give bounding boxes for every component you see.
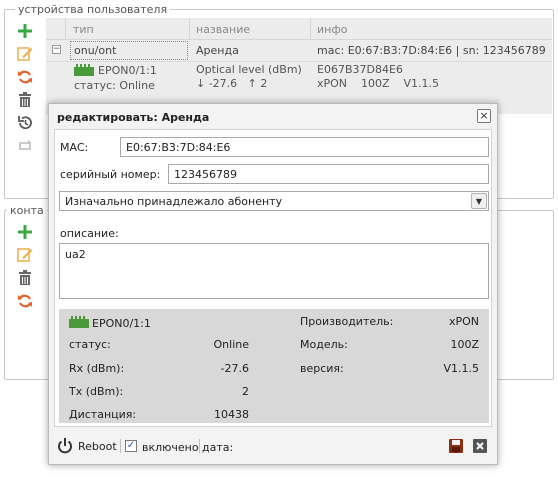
row-optical-values: ↓ -27.6 ↑ 2 [196,77,268,90]
devices-toolbar [16,22,40,160]
info-rx-label: Rx (dBm): [69,362,125,375]
device-info-panel: EPON0/1:1 статус: Online Rx (dBm): -27.6… [59,309,489,423]
table-row-details: EPON0/1:1 статус: Online Optical level (… [46,63,552,104]
replace-icon[interactable] [16,137,34,155]
description-textarea[interactable]: ua2 [59,243,489,299]
edit-icon[interactable] [16,246,34,264]
enabled-checkbox[interactable]: ✓ [125,440,137,452]
row-info: mac: E0:67:B3:7D:84:E6 | sn: 123456789 [317,44,546,57]
enabled-label: включено [142,441,199,454]
refresh-icon[interactable] [16,292,34,310]
delete-icon[interactable] [16,91,34,109]
chevron-down-icon[interactable]: ▼ [471,193,487,209]
reboot-button[interactable]: Reboot [78,440,117,453]
close-icon[interactable]: × [477,109,491,123]
ownership-select[interactable]: Изначально принадлежало абоненту ▼ [59,191,489,211]
column-info[interactable]: инфо [317,23,347,36]
info-vendor-value: xPON [448,315,479,328]
serial-field[interactable]: 123456789 [168,164,489,184]
row-status: статус: Online [74,79,155,92]
edit-device-dialog: редактировать: Аренда × MAC: E0:67:B3:7D… [48,103,498,465]
info-vendor-label: Производитель: [300,315,394,328]
devices-table-header: тип название инфо [46,18,552,40]
port-icon [74,64,94,79]
port-icon [69,316,89,331]
power-icon[interactable] [57,438,73,457]
info-version-label: версия: [300,362,344,375]
dialog-body: MAC: E0:67:B3:7D:84:E6 серийный номер: 1… [54,129,492,427]
contacts-toolbar [16,223,40,315]
user-devices-legend: устройства пользователя [15,3,171,16]
devices-table: тип название инфо − onu/ont Аренда mac: … [46,18,552,114]
row-sn-value: E067B37D84E6 [317,63,403,76]
info-version-value: V1.1.5 [443,362,479,375]
row-vendor-model-version: xPON 100Z V1.1.5 [317,77,440,90]
description-label: описание: [60,227,119,240]
info-distance-value: 10438 [214,408,249,421]
info-rx-value: -27.6 [220,362,249,375]
add-icon[interactable] [16,22,34,40]
edit-icon[interactable] [16,45,34,63]
info-model-value: 100Z [450,338,479,351]
info-tx-label: Tx (dBm): [69,385,124,398]
refresh-icon[interactable] [16,68,34,86]
info-status-value: Online [213,338,249,351]
row-optical-label: Optical level (dBm) [196,63,302,76]
info-tx-value: 2 [242,385,249,398]
add-icon[interactable] [16,223,34,241]
dialog-footer: Reboot ✓ включено дата: [49,430,497,462]
table-row[interactable]: − onu/ont Аренда mac: E0:67:B3:7D:84:E6 … [46,40,552,62]
history-icon[interactable] [16,114,34,132]
info-model-label: Модель: [300,338,348,351]
info-status-label: статус: [69,338,111,351]
save-icon[interactable] [449,439,463,456]
info-distance-label: Дистанция: [69,408,137,421]
delete-icon[interactable] [16,269,34,287]
cancel-icon[interactable] [473,439,487,456]
row-type: onu/ont [74,44,117,57]
mac-label: MAC: [60,141,89,154]
column-name[interactable]: название [196,23,250,36]
row-name: Аренда [196,44,239,57]
collapse-icon[interactable]: − [52,45,61,54]
contacts-legend: конта [7,204,47,217]
info-port: EPON0/1:1 [92,317,151,330]
column-type[interactable]: тип [73,23,94,36]
ownership-selected: Изначально принадлежало абоненту [65,195,283,208]
date-label: дата: [202,441,234,454]
row-port: EPON0/1:1 [98,64,157,77]
dialog-title: редактировать: Аренда [57,111,210,124]
mac-field[interactable]: E0:67:B3:7D:84:E6 [120,137,489,157]
serial-label: серийный номер: [60,168,161,181]
